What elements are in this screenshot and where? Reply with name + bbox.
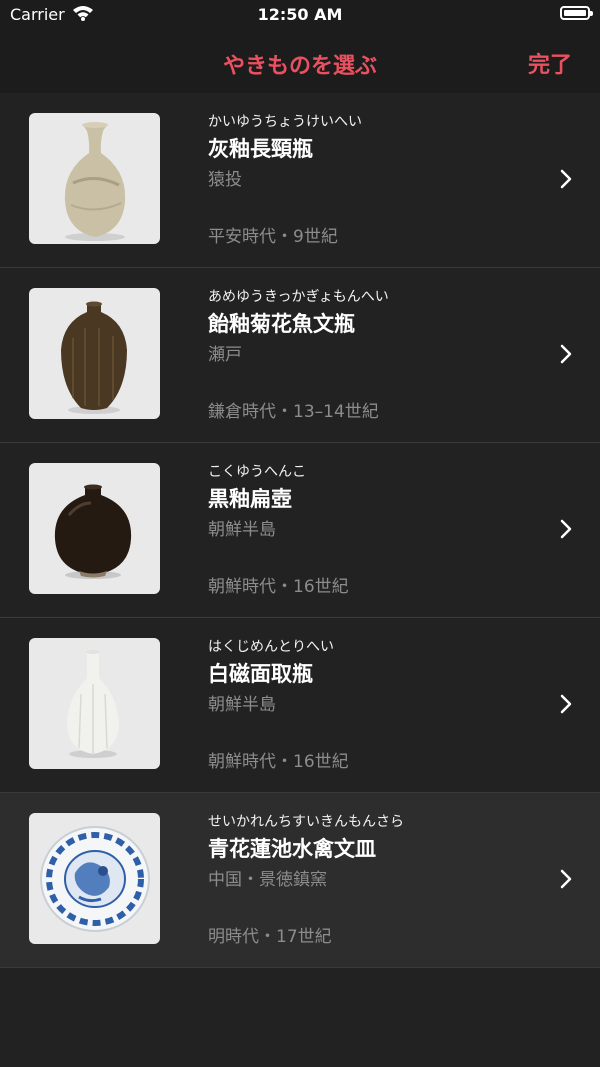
item-origin: 朝鮮半島 xyxy=(208,520,276,540)
pottery-list: かいゆうちょうけいへい 灰釉長頸瓶 猿投 平安時代・9世紀 あめゆうきっかぎょも… xyxy=(0,93,600,968)
item-origin: 猿投 xyxy=(208,170,242,190)
item-name: 灰釉長頸瓶 xyxy=(208,137,313,161)
item-reading: せいかれんちすいきんもんさら xyxy=(208,814,404,830)
item-name: 白磁面取瓶 xyxy=(208,662,313,686)
item-origin: 中国・景徳鎮窯 xyxy=(208,870,327,890)
battery-icon xyxy=(560,6,593,20)
list-item[interactable]: はくじめんとりへい 白磁面取瓶 朝鮮半島 朝鮮時代・16世紀 xyxy=(0,618,600,793)
item-period: 朝鮮時代・16世紀 xyxy=(208,752,349,772)
white-porcelain-bottle-thumbnail xyxy=(29,638,160,769)
item-reading: あめゆうきっかぎょもんへい xyxy=(208,289,389,305)
chevron-right-icon xyxy=(560,869,572,893)
amber-glaze-vase-thumbnail xyxy=(29,288,160,419)
item-name: 飴釉菊花魚文瓶 xyxy=(208,312,355,336)
list-item[interactable]: こくゆうへんこ 黒釉扁壺 朝鮮半島 朝鮮時代・16世紀 xyxy=(0,443,600,618)
celadon-vase-thumbnail xyxy=(29,113,160,244)
list-item[interactable]: あめゆうきっかぎょもんへい 飴釉菊花魚文瓶 瀬戸 鎌倉時代・13–14世紀 xyxy=(0,268,600,443)
item-name: 青花蓮池水禽文皿 xyxy=(208,837,376,861)
navigation-bar: やきものを選ぶ 完了 xyxy=(0,30,600,94)
blue-white-dish-thumbnail xyxy=(29,813,160,944)
chevron-right-icon xyxy=(560,694,572,718)
status-time: 12:50 AM xyxy=(257,5,343,24)
item-reading: こくゆうへんこ xyxy=(208,464,306,480)
item-reading: はくじめんとりへい xyxy=(208,639,334,655)
item-origin: 瀬戸 xyxy=(208,345,242,365)
item-period: 明時代・17世紀 xyxy=(208,927,332,947)
item-period: 鎌倉時代・13–14世紀 xyxy=(208,402,379,422)
chevron-right-icon xyxy=(560,169,572,193)
chevron-right-icon xyxy=(560,344,572,368)
item-period: 平安時代・9世紀 xyxy=(208,227,338,247)
status-bar: Carrier 12:50 AM xyxy=(0,0,600,30)
item-name: 黒釉扁壺 xyxy=(208,487,292,511)
page-title: やきものを選ぶ xyxy=(222,54,377,79)
item-origin: 朝鮮半島 xyxy=(208,695,276,715)
done-button[interactable]: 完了 xyxy=(528,47,572,79)
black-glaze-flask-thumbnail xyxy=(29,463,160,594)
item-reading: かいゆうちょうけいへい xyxy=(208,114,362,130)
item-period: 朝鮮時代・16世紀 xyxy=(208,577,349,597)
list-item[interactable]: かいゆうちょうけいへい 灰釉長頸瓶 猿投 平安時代・9世紀 xyxy=(0,93,600,268)
chevron-right-icon xyxy=(560,519,572,543)
list-item[interactable]: せいかれんちすいきんもんさら 青花蓮池水禽文皿 中国・景徳鎮窯 明時代・17世紀 xyxy=(0,793,600,968)
